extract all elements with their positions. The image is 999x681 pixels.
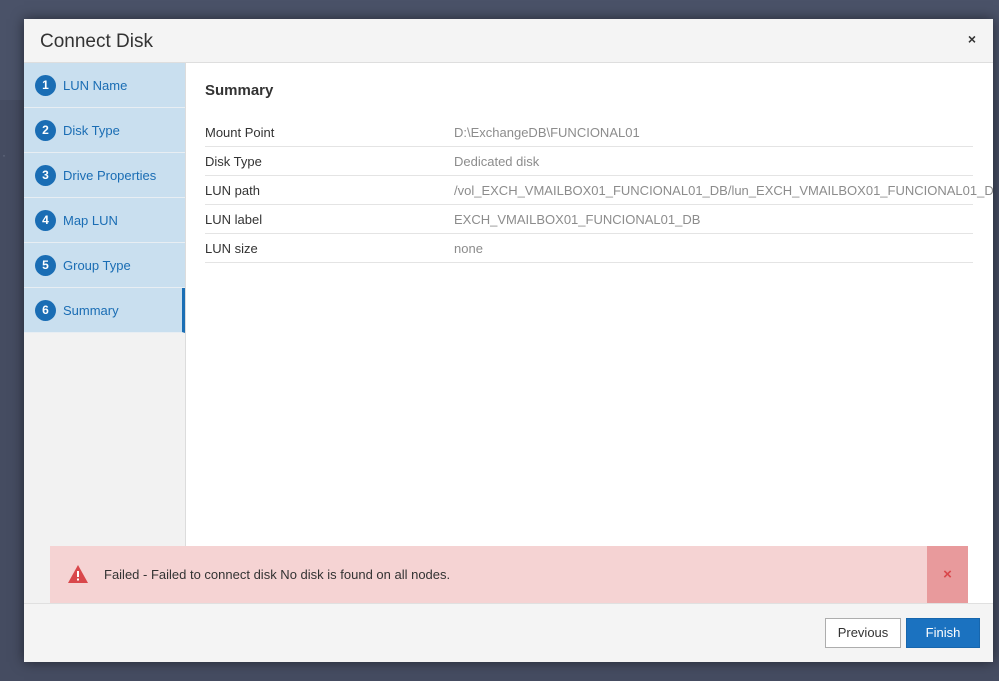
step-summary[interactable]: 6 Summary [24, 288, 185, 333]
summary-row-lun-path: LUN path /vol_EXCH_VMAILBOX01_FUNCIONAL0… [205, 176, 993, 205]
summary-value: D:\ExchangeDB\FUNCIONAL01 [454, 125, 640, 140]
summary-panel: Summary Mount Point D:\ExchangeDB\FUNCIO… [186, 63, 993, 543]
step-drive-properties[interactable]: 3 Drive Properties [24, 153, 185, 198]
summary-row-mount-point: Mount Point D:\ExchangeDB\FUNCIONAL01 [205, 118, 973, 147]
step-label: LUN Name [63, 77, 128, 93]
step-label: Drive Properties [63, 167, 157, 183]
error-message: Failed - Failed to connect disk No disk … [104, 567, 451, 582]
connect-disk-dialog: Connect Disk × 1 LUN Name 2 Disk Type 3 … [24, 19, 993, 662]
step-number-badge: 2 [35, 119, 56, 141]
step-label: Disk Type [63, 122, 120, 138]
dialog-footer: Previous Finish [24, 603, 993, 662]
error-banner: Failed - Failed to connect disk No disk … [50, 546, 968, 603]
summary-key: Mount Point [205, 125, 275, 140]
summary-key: LUN label [205, 212, 263, 227]
step-lun-name[interactable]: 1 LUN Name [24, 63, 185, 108]
summary-key: Disk Type [205, 154, 262, 169]
summary-row-lun-label: LUN label EXCH_VMAILBOX01_FUNCIONAL01_DB [205, 205, 973, 234]
step-map-lun[interactable]: 4 Map LUN [24, 198, 185, 243]
wizard-steps-sidebar: 1 LUN Name 2 Disk Type 3 Drive Propertie… [24, 63, 186, 623]
dialog-title: Connect Disk [40, 31, 153, 52]
summary-row-disk-type: Disk Type Dedicated disk [205, 147, 973, 176]
step-number-badge: 4 [35, 209, 56, 231]
close-dialog-button[interactable]: × [963, 29, 981, 49]
step-number-badge: 5 [35, 254, 56, 276]
summary-key: LUN path [205, 183, 260, 198]
step-number-badge: 1 [35, 74, 56, 96]
step-label: Map LUN [63, 212, 118, 228]
summary-key: LUN size [205, 241, 258, 256]
dismiss-error-button[interactable]: × [927, 546, 968, 603]
summary-value: EXCH_VMAILBOX01_FUNCIONAL01_DB [454, 212, 701, 227]
warning-triangle-icon [68, 565, 88, 583]
background-text: · [2, 148, 6, 162]
summary-table: Mount Point D:\ExchangeDB\FUNCIONAL01 Di… [205, 118, 993, 263]
summary-title: Summary [205, 82, 274, 99]
summary-row-lun-size: LUN size none [205, 234, 973, 263]
step-label: Summary [63, 302, 119, 318]
finish-button[interactable]: Finish [906, 618, 980, 648]
step-group-type[interactable]: 5 Group Type [24, 243, 185, 288]
step-label: Group Type [63, 257, 131, 273]
step-number-badge: 3 [35, 164, 56, 186]
step-disk-type[interactable]: 2 Disk Type [24, 108, 185, 153]
previous-button[interactable]: Previous [825, 618, 901, 648]
summary-value: Dedicated disk [454, 154, 540, 169]
step-number-badge: 6 [35, 299, 56, 321]
summary-value: none [454, 241, 483, 256]
summary-value: /vol_EXCH_VMAILBOX01_FUNCIONAL01_DB/lun_… [454, 183, 993, 198]
dialog-header: Connect Disk × [24, 19, 993, 63]
